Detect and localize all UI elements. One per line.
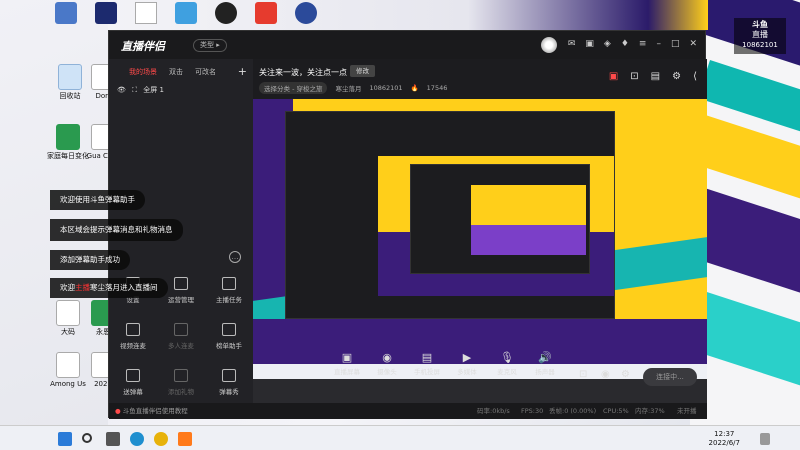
more-icon[interactable]: … xyxy=(229,251,241,263)
recycle-bin-icon xyxy=(58,64,82,90)
menu-icon[interactable]: ≡ xyxy=(639,39,647,49)
game-icon[interactable] xyxy=(295,2,317,24)
tab-rename[interactable]: 可改名 xyxy=(195,67,216,77)
live-icon[interactable] xyxy=(175,2,197,24)
tab-my-scenes[interactable]: 我的场景 xyxy=(129,67,157,77)
maximize-icon[interactable]: □ xyxy=(671,39,680,49)
speaker-button[interactable]: 🔊 扬声器 xyxy=(523,351,567,385)
help-icon: ● xyxy=(115,407,121,415)
edge-icon[interactable] xyxy=(130,432,144,446)
app-icon[interactable] xyxy=(95,2,117,24)
file-icon xyxy=(56,300,80,326)
bitrate: 码率:0kb/s xyxy=(477,407,510,415)
help-link[interactable]: 斗鱼直播伴侣使用教程 xyxy=(123,407,188,415)
add-scene-icon[interactable]: + xyxy=(238,65,247,78)
live-companion-window: 直播伴侣 类型 ▸ ✉ ▣ ◈ ♦ ≡ – □ ✕ 我的场景 双击 可改名 + … xyxy=(108,30,707,419)
nested-preview-2-purple xyxy=(471,225,586,255)
notification-icon[interactable] xyxy=(760,433,770,445)
minimize-icon[interactable]: – xyxy=(656,39,661,49)
scene-tabs: 我的场景 双击 可改名 xyxy=(109,59,253,77)
desktop-icon-daxia[interactable]: 大码 xyxy=(46,300,90,336)
fire-icon: 🔥 xyxy=(410,84,419,92)
record-icon[interactable]: ⊡ xyxy=(579,369,587,380)
settings-gear-icon[interactable]: ⚙ xyxy=(621,369,630,380)
tool-multi-link[interactable]: 多人连麦 xyxy=(157,323,205,350)
tab-double-click[interactable]: 双击 xyxy=(169,67,183,77)
header-tools: ▣ ⊡ ▤ ⚙ ⟨ xyxy=(609,71,697,82)
preview-nested-window xyxy=(285,111,615,319)
user-avatar[interactable] xyxy=(541,37,557,53)
chat-message: 本区域会提示弹幕消息和礼物消息 xyxy=(50,219,183,241)
tool-send-danmu[interactable]: 送弹幕 xyxy=(109,369,157,396)
doc-icon[interactable] xyxy=(135,2,157,24)
capture-screen-button[interactable]: ▣ 直播屏幕 xyxy=(325,351,369,385)
tool-rank[interactable]: 榜单助手 xyxy=(205,323,253,350)
tool-add-gift[interactable]: 添加礼物 xyxy=(157,369,205,396)
desktop-icon-among-us[interactable]: Among Us xyxy=(46,352,90,388)
live-preview[interactable] xyxy=(253,99,707,379)
camera-button[interactable]: ◉ 摄像头 xyxy=(365,351,409,385)
app-icon[interactable] xyxy=(55,2,77,24)
room-id: 10862101 xyxy=(369,84,403,92)
app-logo: 直播伴侣 xyxy=(121,40,165,53)
title-bar: 直播伴侣 类型 ▸ ✉ ▣ ◈ ♦ ≡ – □ ✕ xyxy=(109,31,705,59)
type-button[interactable]: 类型 ▸ xyxy=(193,39,227,52)
chat-message: 添加弹幕助手成功 xyxy=(50,250,130,270)
status-bar: ● 斗鱼直播伴侣使用教程 码率:0kb/s FPS:30 丢帧:0 (0.00%… xyxy=(109,403,707,419)
mail-icon[interactable]: ✉ xyxy=(568,39,576,49)
search-icon[interactable] xyxy=(82,433,92,443)
memory: 内存:37% xyxy=(635,407,665,415)
window-controls: ✉ ▣ ◈ ♦ ≡ – □ ✕ xyxy=(568,39,697,49)
document-icon[interactable]: ▤ xyxy=(651,71,660,82)
lock-icon[interactable]: ⊡ xyxy=(630,71,638,82)
scene-item[interactable]: 👁 ⛶ 全屏 1 xyxy=(109,77,253,95)
gift-icon[interactable]: ▣ xyxy=(585,39,594,49)
start-live-button[interactable]: 连接中... xyxy=(643,368,697,386)
gift-box-icon[interactable]: ▣ xyxy=(609,71,618,82)
app-icon[interactable] xyxy=(215,2,237,24)
excel-icon xyxy=(56,124,80,150)
room-info: 选择分类 - 穿梭之旅 寒尘落月 10862101 🔥 17546 xyxy=(259,82,447,94)
edit-title-button[interactable]: 修改 xyxy=(350,65,375,77)
settings-icon[interactable]: ⚙ xyxy=(672,71,681,82)
tool-video-link[interactable]: 视频连麦 xyxy=(109,323,157,350)
chat-message: 欢迎使用斗鱼弹幕助手 xyxy=(50,190,145,210)
douyu-app-icon[interactable] xyxy=(178,432,192,446)
wps-icon[interactable] xyxy=(255,2,277,24)
room-title: 关注来一波，关注点一点 xyxy=(259,68,347,77)
skin-icon[interactable]: ◈ xyxy=(604,39,611,49)
desktop-icon-daily[interactable]: 家庭每日变化 xyxy=(46,124,90,160)
cpu: CPU:5% xyxy=(603,407,629,415)
close-icon[interactable]: ✕ xyxy=(689,39,697,49)
task-view-icon[interactable] xyxy=(106,432,120,446)
frame-drop: 丢帧:0 (0.00%) xyxy=(549,407,597,415)
file-icon xyxy=(56,352,80,378)
phone-cast-button[interactable]: ▤ 手机投屏 xyxy=(405,351,449,385)
nested-window-2 xyxy=(410,164,590,274)
category-tag[interactable]: 选择分类 - 穿梭之旅 xyxy=(259,82,328,94)
shirt-icon[interactable]: ♦ xyxy=(621,39,629,49)
tool-danmu-show[interactable]: 弹幕秀 xyxy=(205,369,253,396)
eye-icon[interactable]: 👁 xyxy=(117,86,126,94)
heat-value: 17546 xyxy=(426,84,448,92)
live-state: 未开播 xyxy=(677,407,697,415)
chat-message: 欢迎主播寒尘落月进入直播间 xyxy=(50,278,168,298)
chrome-icon[interactable] xyxy=(154,432,168,446)
windows-taskbar: 12:37 2022/6/7 xyxy=(0,425,800,450)
start-icon[interactable] xyxy=(58,432,72,446)
tool-tasks[interactable]: 主播任务 xyxy=(205,277,253,304)
preview-eye-icon[interactable]: ◉ xyxy=(601,369,610,380)
media-button[interactable]: ▶ 多媒体 xyxy=(445,351,489,385)
anchor-name: 寒尘落月 xyxy=(335,85,362,93)
fps: FPS:30 xyxy=(521,407,544,415)
fullscreen-icon: ⛶ xyxy=(132,86,138,94)
desktop-top-icons xyxy=(55,2,385,26)
share-icon[interactable]: ⟨ xyxy=(693,71,697,82)
taskbar-clock[interactable]: 12:37 2022/6/7 xyxy=(709,430,740,448)
douyu-badge: 斗鱼 直播 10862101 xyxy=(734,18,786,54)
